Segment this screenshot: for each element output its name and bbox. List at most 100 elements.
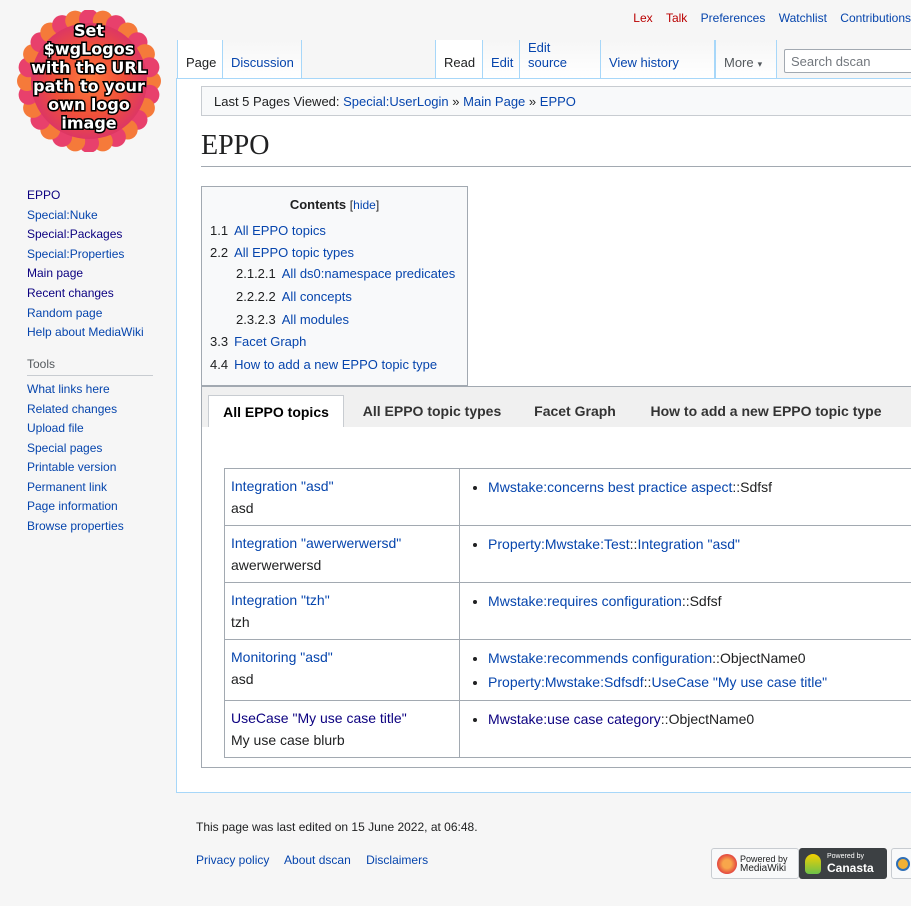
sidebar-item-special-nuke[interactable]: Special:Nuke — [27, 206, 157, 226]
tab-read[interactable]: Read — [435, 40, 483, 78]
tab-edit-source-label: Edit source — [528, 40, 568, 70]
property-value: Sdfsf — [740, 479, 773, 495]
topic-cell: Integration "tzh" tzh — [223, 582, 461, 640]
property-link[interactable]: Mwstake:requires configuration — [488, 593, 682, 609]
topic-properties-cell: Mwstake:use case category::ObjectName0 — [459, 700, 911, 758]
tab-view-history[interactable]: View history — [601, 40, 715, 78]
topic-description: awerwerwersd — [231, 557, 322, 573]
sidebar-item-upload-file[interactable]: Upload file — [27, 419, 124, 439]
breadcrumb-link[interactable]: Main Page — [463, 94, 525, 109]
property-link[interactable]: Property:Mwstake:Test — [488, 536, 630, 552]
logo-text-line: Set — [74, 21, 104, 40]
tab-all-eppo-topics[interactable]: All EPPO topics — [208, 395, 344, 427]
toc-item-number: 2.3.2.3 — [236, 312, 276, 327]
property-value-link[interactable]: Integration "asd" — [637, 536, 740, 552]
personal-preferences-link[interactable]: Preferences — [701, 11, 766, 25]
tab-edit-source[interactable]: Edit source — [520, 40, 601, 78]
sidebar-item-printable-version[interactable]: Printable version — [27, 458, 124, 478]
tab-edit[interactable]: Edit — [483, 40, 520, 78]
breadcrumb-link[interactable]: Special:UserLogin — [343, 94, 449, 109]
tab-discussion[interactable]: Discussion — [223, 40, 302, 78]
toc-item[interactable]: 2.1.2.1 All ds0:namespace predicates — [236, 266, 455, 281]
breadcrumb-link[interactable]: EPPO — [540, 94, 576, 109]
tab-edit-label: Edit — [491, 55, 514, 70]
topic-title-link[interactable]: Integration "asd" — [231, 475, 453, 497]
toc-item[interactable]: 4.4 How to add a new EPPO topic type — [210, 357, 437, 372]
chevron-down-icon: ▾ — [757, 59, 763, 69]
sidebar-item-related-changes[interactable]: Related changes — [27, 400, 124, 420]
property-item: Mwstake:requires configuration::Sdfsf — [488, 589, 911, 613]
logo-text-line: with the URL — [31, 58, 147, 77]
badge-line2: MediaWiki — [740, 862, 787, 874]
tab-page[interactable]: Page — [177, 40, 223, 78]
footer-disclaimers-link[interactable]: Disclaimers — [366, 853, 428, 867]
personal-watchlist-link[interactable]: Watchlist — [779, 11, 827, 25]
topic-title-link[interactable]: Monitoring "asd" — [231, 646, 453, 668]
site-logo[interactable]: Set$wgLogoswith the URLpath to yourown l… — [14, 10, 164, 152]
property-link[interactable]: Mwstake:use case category — [488, 711, 661, 727]
sidebar-item-page-information[interactable]: Page information — [27, 497, 124, 517]
topic-title-link[interactable]: UseCase "My use case title" — [231, 707, 453, 729]
property-link[interactable]: Property:Mwstake:Sdfsdf — [488, 674, 644, 690]
toc-hide-toggle[interactable]: [hide] — [350, 198, 379, 212]
page-title: EPPO — [201, 130, 911, 167]
table-row: Integration "asd" asd Mwstake:concerns bes… — [223, 468, 911, 526]
topic-properties-cell: Mwstake:recommends configuration::Object… — [459, 639, 911, 701]
toc-hide-label: hide — [353, 198, 376, 212]
sidebar-item-eppo[interactable]: EPPO — [27, 186, 157, 206]
property-link[interactable]: Mwstake:concerns best practice aspect — [488, 479, 732, 495]
tab-view-history-label: View history — [609, 55, 679, 70]
personal-talk-link[interactable]: Talk — [666, 11, 687, 25]
toc-item[interactable]: 2.2.2.2 All concepts — [236, 289, 352, 304]
property-list: Mwstake:requires configuration::Sdfsf — [488, 589, 911, 613]
powered-by-semantic-mediawiki-badge[interactable] — [891, 848, 911, 879]
property-value: ObjectName0 — [668, 711, 755, 727]
sidebar-item-main-page[interactable]: Main page — [27, 264, 157, 284]
toc-item-label: All modules — [281, 312, 349, 327]
table-row: Integration "awerwerwersd" awerwerwersd Pr… — [223, 525, 911, 583]
tab-more-label: More — [724, 55, 754, 70]
breadcrumb: Last 5 Pages Viewed: Special:UserLogin »… — [201, 86, 911, 116]
toc-title-row: Contents [hide] — [202, 197, 467, 212]
topic-description: asd — [231, 500, 254, 516]
sidebar-item-recent-changes[interactable]: Recent changes — [27, 284, 157, 304]
sidebar-item-what-links-here[interactable]: What links here — [27, 380, 124, 400]
footer-about-link[interactable]: About dscan — [284, 853, 351, 867]
tab-more[interactable]: More ▾ — [715, 40, 777, 78]
property-link[interactable]: Mwstake:recommends configuration — [488, 650, 712, 666]
toc-item[interactable]: 3.3 Facet Graph — [210, 334, 306, 349]
property-value-link[interactable]: UseCase "My use case title" — [651, 674, 827, 690]
tab-how-to-add-topic-type[interactable]: How to add a new EPPO topic type — [638, 395, 894, 426]
toc-item-number: 2.1.2.1 — [236, 266, 276, 281]
badge-line2: Canasta — [827, 861, 874, 875]
logo-text-line: image — [61, 114, 116, 133]
toc-item-label: How to add a new EPPO topic type — [234, 357, 438, 372]
personal-user-link[interactable]: Lex — [633, 11, 652, 25]
toc-item-label: All EPPO topics — [234, 223, 326, 238]
mediawiki-icon — [717, 853, 737, 874]
sidebar-item-special-properties[interactable]: Special:Properties — [27, 245, 157, 265]
tab-all-eppo-topic-types[interactable]: All EPPO topic types — [352, 395, 512, 426]
sidebar-item-random-page[interactable]: Random page — [27, 304, 157, 324]
tab-facet-graph[interactable]: Facet Graph — [522, 395, 628, 426]
toc-item[interactable]: 2.2 All EPPO topic types — [210, 245, 354, 260]
sidebar-item-browse-properties[interactable]: Browse properties — [27, 517, 124, 537]
toc-item[interactable]: 1.1 All EPPO topics — [210, 223, 326, 238]
footer-privacy-link[interactable]: Privacy policy — [196, 853, 269, 867]
powered-by-mediawiki-badge[interactable]: Powered by MediaWiki — [711, 848, 799, 879]
topic-title-link[interactable]: Integration "tzh" — [231, 589, 453, 611]
sidebar-item-permanent-link[interactable]: Permanent link — [27, 478, 124, 498]
search-input[interactable]: Search dscan — [784, 49, 911, 73]
topic-cell: Integration "awerwerwersd" awerwerwersd — [223, 525, 461, 583]
table-row: Integration "tzh" tzh Mwstake:requires con… — [223, 582, 911, 640]
property-item: Mwstake:recommends configuration::Object… — [488, 646, 911, 670]
sidebar-item-special-pages[interactable]: Special pages — [27, 439, 124, 459]
powered-by-canasta-badge[interactable]: Powered by Canasta — [799, 848, 887, 879]
table-row: UseCase "My use case title" My use case b… — [223, 700, 911, 758]
toc-item[interactable]: 2.3.2.3 All modules — [236, 312, 349, 327]
sidebar-item-help[interactable]: Help about MediaWiki — [27, 323, 157, 343]
personal-contributions-link[interactable]: Contributions — [840, 11, 911, 25]
sidebar-item-special-packages[interactable]: Special:Packages — [27, 225, 157, 245]
topic-title-link[interactable]: Integration "awerwerwersd" — [231, 532, 453, 554]
semantic-mediawiki-icon — [896, 856, 910, 871]
